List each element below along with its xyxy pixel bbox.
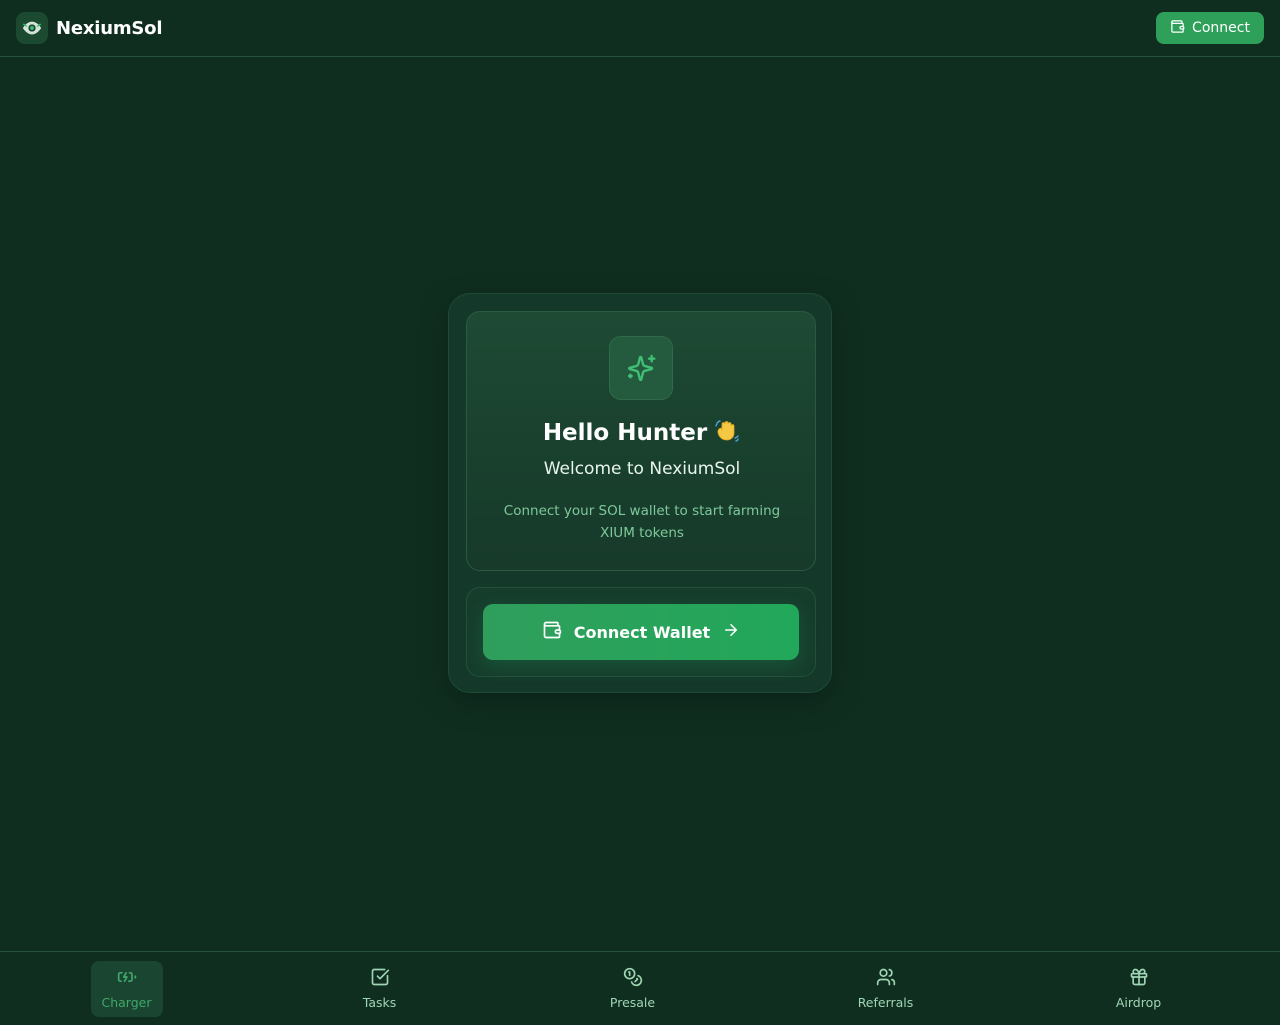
checkbox-icon: [370, 967, 390, 991]
wallet-icon: [542, 620, 562, 644]
bottom-nav: Charger Tasks Presale Referrals Airdrop: [0, 951, 1280, 1024]
connect-wallet-button[interactable]: Connect Wallet: [483, 604, 799, 660]
description-text: Connect your SOL wallet to start farming…: [503, 503, 781, 541]
eye-logo-icon: [16, 12, 48, 44]
sparkles-icon: [609, 336, 673, 400]
coins-icon: [623, 967, 643, 991]
nav-item-airdrop[interactable]: Airdrop: [1103, 961, 1175, 1017]
nav-item-referrals[interactable]: Referrals: [850, 961, 922, 1017]
nav-item-charger[interactable]: Charger: [90, 960, 163, 1017]
nav-item-tasks[interactable]: Tasks: [344, 961, 416, 1017]
connect-wallet-label: Connect Wallet: [573, 622, 711, 642]
connect-button-label: Connect: [1192, 20, 1250, 36]
waving-hand-icon: [713, 416, 741, 450]
connect-wallet-panel: Connect Wallet: [466, 587, 816, 677]
nav-item-presale[interactable]: Presale: [597, 961, 669, 1017]
top-bar: NexiumSol Connect: [0, 0, 1280, 57]
nav-label: Charger: [101, 995, 152, 1010]
nav-label: Airdrop: [1115, 995, 1162, 1010]
welcome-text: Welcome to NexiumSol: [543, 459, 741, 479]
users-icon: [876, 967, 896, 991]
battery-charging-icon: [117, 967, 137, 991]
nav-label: Tasks: [362, 995, 397, 1010]
nav-label: Referrals: [857, 995, 914, 1010]
nav-label: Presale: [609, 995, 656, 1010]
arrow-right-icon: [722, 621, 740, 643]
greeting-text: Hello Hunter: [542, 420, 708, 446]
brand[interactable]: NexiumSol: [16, 12, 163, 44]
brand-name: NexiumSol: [56, 17, 163, 39]
connect-button[interactable]: Connect: [1156, 12, 1264, 44]
greeting-heading: Hello Hunter: [467, 416, 817, 450]
wallet-icon: [1170, 19, 1185, 38]
welcome-card: Hello Hunter Welcome to NexiumSol Connec…: [448, 293, 832, 693]
gift-icon: [1129, 967, 1149, 991]
greeting-panel: Hello Hunter Welcome to NexiumSol Connec…: [466, 311, 816, 571]
